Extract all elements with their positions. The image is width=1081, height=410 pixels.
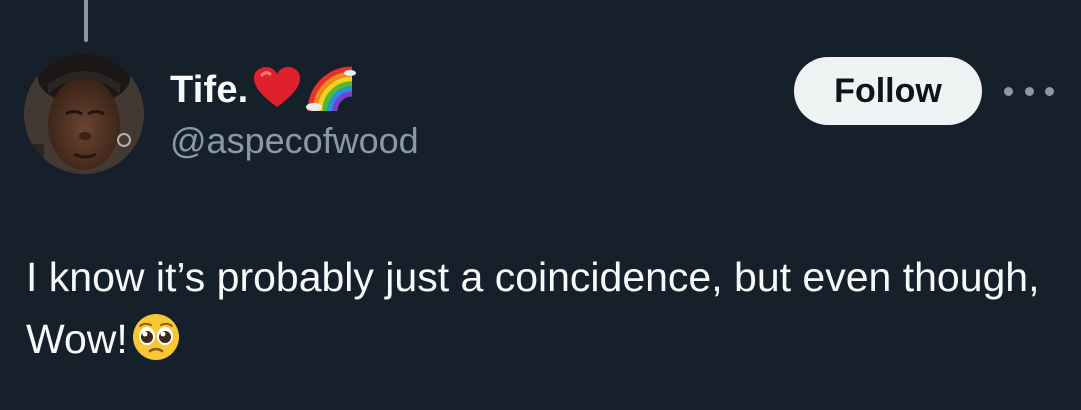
tweet-card: Tife. @aspecofwood Follow I know it’s pr… [0,0,1081,410]
more-options-icon[interactable] [1004,76,1054,106]
avatar[interactable] [24,54,144,174]
display-name[interactable]: Tife. [170,69,248,112]
more-dot [1024,86,1034,96]
tweet-text-block: I know it’s probably just a coincidence,… [26,246,1066,378]
thread-connector-line [84,0,88,42]
rainbow-icon [306,65,357,116]
pleading-face-icon [132,313,180,378]
user-handle[interactable]: @aspecofwood [170,120,419,162]
more-dot [1045,86,1054,96]
red-heart-icon [254,66,301,114]
author-block: Tife. @aspecofwood [170,62,419,162]
follow-button[interactable]: Follow [794,57,982,125]
display-name-row[interactable]: Tife. [170,62,419,118]
more-dot [1004,86,1013,96]
